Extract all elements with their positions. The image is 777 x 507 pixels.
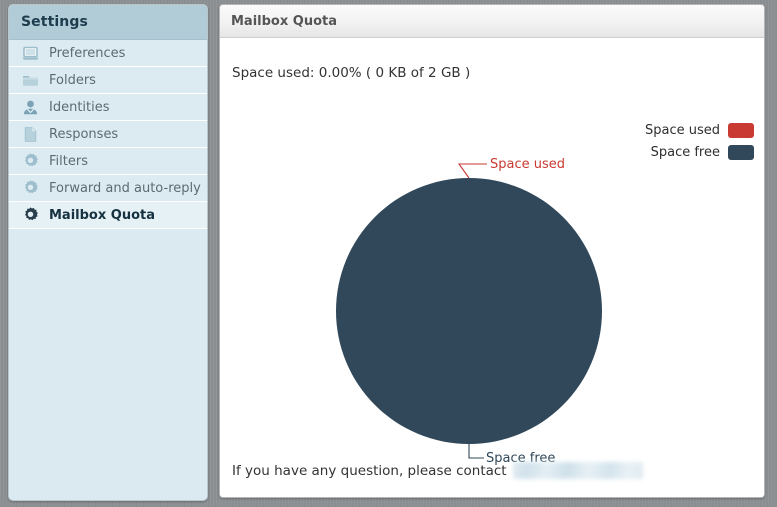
sidebar-item-responses[interactable]: Responses xyxy=(9,121,207,148)
sidebar-item-label: Mailbox Quota xyxy=(49,207,155,223)
pie-slice-space-free xyxy=(336,178,602,444)
panel-header: Mailbox Quota xyxy=(220,5,764,38)
gear-icon xyxy=(21,179,40,198)
sidebar-item-identities[interactable]: Identities xyxy=(9,94,207,121)
sidebar-item-folders[interactable]: Folders xyxy=(9,67,207,94)
sidebar-item-label: Responses xyxy=(49,126,119,142)
sidebar-item-mailbox-quota[interactable]: Mailbox Quota xyxy=(9,202,207,229)
panel-body: Space used: 0.00% ( 0 KB of 2 GB ) Space… xyxy=(220,38,764,497)
sidebar-item-label: Preferences xyxy=(49,45,126,61)
space-free-leader-line xyxy=(468,444,484,459)
sidebar-item-preferences[interactable]: Preferences xyxy=(9,40,207,67)
contact-note-text: If you have any question, please contact xyxy=(232,462,507,479)
sidebar-item-forward-and-auto-reply[interactable]: Forward and auto-reply xyxy=(9,175,207,202)
mailbox-quota-panel: Mailbox Quota Space used: 0.00% ( 0 KB o… xyxy=(219,4,765,498)
sidebar-item-label: Identities xyxy=(49,99,110,115)
settings-sidebar: Settings Preferences Folders Identities … xyxy=(8,4,208,501)
space-used-annotation: Space used xyxy=(490,157,565,172)
gear-icon xyxy=(21,206,40,225)
laptop-icon xyxy=(21,44,40,63)
sidebar-item-label: Forward and auto-reply xyxy=(49,180,201,196)
sidebar-item-filters[interactable]: Filters xyxy=(9,148,207,175)
sidebar-item-label: Filters xyxy=(49,153,88,169)
sidebar-header: Settings xyxy=(9,5,207,40)
contact-note: If you have any question, please contact xyxy=(232,462,643,479)
redacted-contact-email xyxy=(512,462,643,479)
quota-pie-chart: Space used Space free xyxy=(336,157,602,466)
gear-icon xyxy=(21,152,40,171)
document-icon xyxy=(21,125,40,144)
settings-nav-list: Preferences Folders Identities Responses… xyxy=(9,40,207,229)
page-title: Mailbox Quota xyxy=(231,13,337,29)
person-icon xyxy=(21,98,40,117)
folder-icon xyxy=(21,71,40,90)
sidebar-item-label: Folders xyxy=(49,72,96,88)
sidebar-title: Settings xyxy=(21,14,88,30)
space-used-leader-line xyxy=(457,163,487,179)
